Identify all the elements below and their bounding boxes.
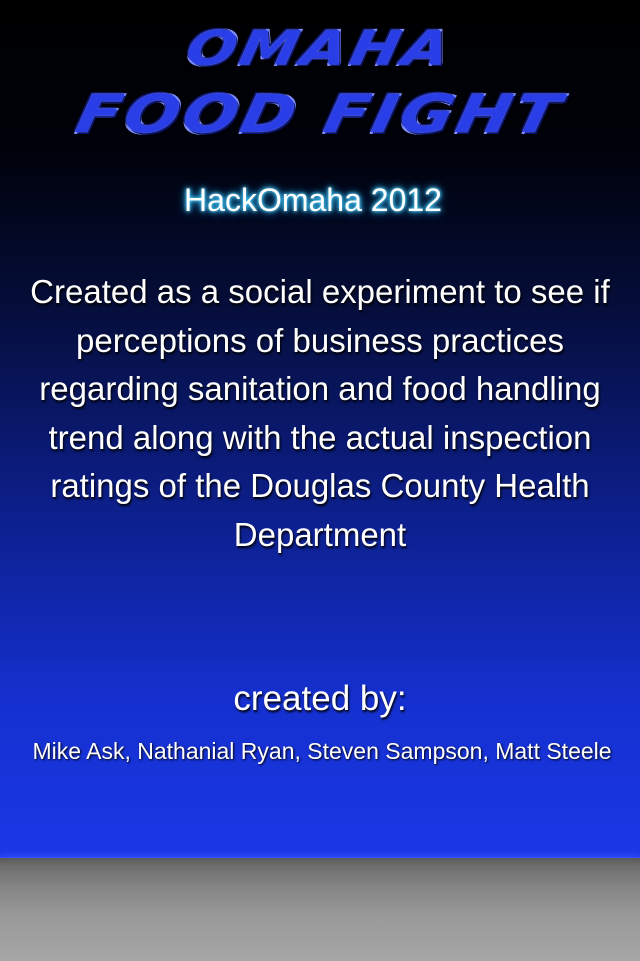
app-description: Created as a social experiment to see if… — [30, 273, 610, 553]
event-subtitle: HackOmaha 2012 — [184, 182, 442, 218]
credits-authors: Mike Ask, Nathanial Ryan, Steven Sampson… — [32, 738, 612, 764]
credits-label: created by: — [233, 679, 407, 718]
about-screen: OMAHA FOOD FIGHT HackOmaha 2012 Created … — [0, 0, 640, 961]
logo-title-line-1: OMAHA — [181, 20, 459, 76]
logo-title-line-2: FOOD FIGHT — [70, 84, 570, 146]
footer-bar — [0, 857, 640, 961]
